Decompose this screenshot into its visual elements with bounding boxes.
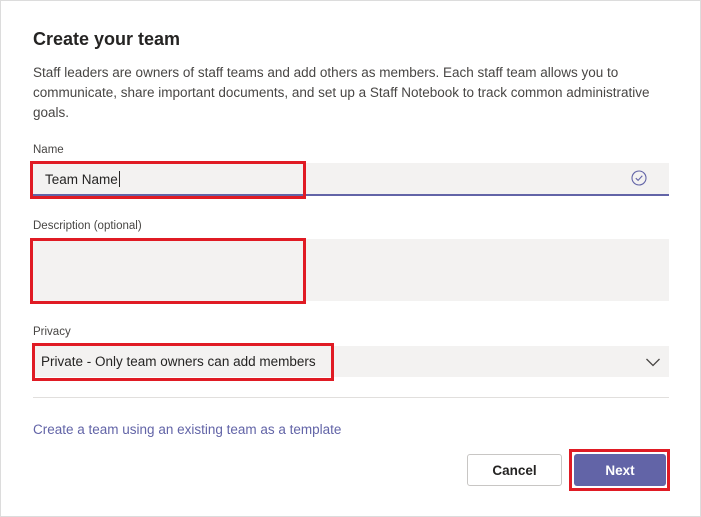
create-team-dialog: Create your team Staff leaders are owner… [0,0,701,517]
text-caret [118,171,120,187]
privacy-selected-value: Private - Only team owners can add membe… [41,354,316,369]
next-button[interactable]: Next [574,454,666,486]
team-description-textarea[interactable] [33,239,669,301]
cancel-button[interactable]: Cancel [467,454,562,486]
team-name-input[interactable]: Team Name [33,163,669,196]
check-circle-icon [631,170,647,186]
chevron-down-icon[interactable] [645,354,661,370]
privacy-dropdown[interactable]: Private - Only team owners can add membe… [33,346,669,377]
create-from-template-link[interactable]: Create a team using an existing team as … [33,422,341,437]
description-label: Description (optional) [33,220,142,232]
divider [33,397,669,398]
privacy-label: Privacy [33,326,71,338]
dialog-title: Create your team [33,29,181,49]
name-label: Name [33,144,64,156]
team-name-value: Team Name [45,172,118,187]
dialog-description: Staff leaders are owners of staff teams … [33,65,650,120]
